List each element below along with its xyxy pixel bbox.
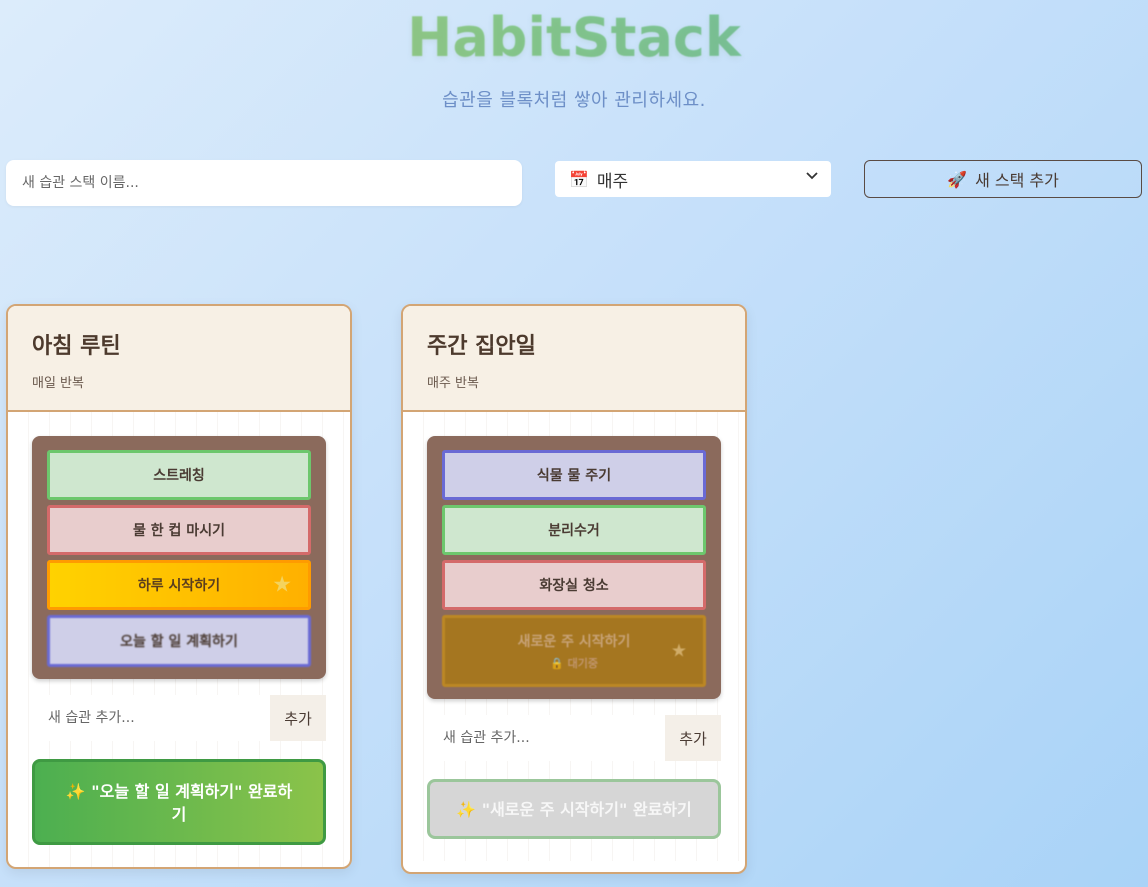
frequency-select[interactable]: 📅 매주 [555, 161, 831, 197]
new-habit-input[interactable] [427, 715, 665, 761]
habit-label: 하루 시작하기 [137, 578, 221, 594]
habit-label: 오늘 할 일 계획하기 [120, 634, 238, 650]
star-icon: ★ [272, 572, 292, 598]
stack-title: 아침 루틴 [32, 334, 121, 359]
app-title: HabitStack [0, 6, 1148, 69]
habit-block[interactable]: 분리수거 [442, 505, 706, 555]
habit-block[interactable]: 식물 물 주기 [442, 450, 706, 500]
rocket-icon: 🚀 [947, 169, 968, 189]
add-habit-row: 추가 [427, 715, 721, 761]
habit-block-pending[interactable]: 새로운 주 시작하기 🔒 대기중 ★ [442, 615, 706, 687]
pending-status: 🔒 대기중 [550, 657, 598, 670]
frequency-selected-value: 매주 [596, 171, 629, 192]
habit-label: 물 한 컵 마시기 [133, 523, 225, 539]
stack-card-header: 주간 집안일 매주 반복 [403, 306, 745, 412]
star-icon: ★ [670, 640, 687, 662]
habit-label: 식물 물 주기 [536, 468, 612, 484]
app-subtitle: 습관을 블록처럼 쌓아 관리하세요. [442, 90, 706, 111]
add-habit-button[interactable]: 추가 [270, 695, 326, 741]
complete-habit-button[interactable]: ✨ "오늘 할 일 계획하기" 완료하기 [32, 759, 326, 845]
habit-label: 분리수거 [548, 523, 600, 539]
habit-label: 스트레칭 [153, 468, 205, 484]
stack-frequency: 매주 반복 [427, 376, 479, 391]
stack-frequency: 매일 반복 [32, 376, 84, 391]
stack-card-morning: 아침 루틴 매일 반복 스트레칭 물 한 컵 마시기 하루 시작하기 ★ 오늘 … [6, 304, 352, 869]
habit-block-current[interactable]: 하루 시작하기 ★ [47, 560, 311, 610]
habit-stack: 식물 물 주기 분리수거 화장실 청소 새로운 주 시작하기 🔒 대기중 ★ [427, 436, 721, 699]
habit-block[interactable]: 화장실 청소 [442, 560, 706, 610]
stack-card-header: 아침 루틴 매일 반복 [8, 306, 350, 412]
add-stack-button[interactable]: 🚀 새 스택 추가 [864, 160, 1142, 198]
stack-card-body: 식물 물 주기 분리수거 화장실 청소 새로운 주 시작하기 🔒 대기중 ★ 추… [403, 412, 745, 861]
habit-label: 화장실 청소 [539, 578, 609, 594]
stack-title: 주간 집안일 [427, 334, 536, 359]
habit-block[interactable]: 스트레칭 [47, 450, 311, 500]
habit-block-next[interactable]: 오늘 할 일 계획하기 [47, 615, 311, 667]
stack-card-body: 스트레칭 물 한 컵 마시기 하루 시작하기 ★ 오늘 할 일 계획하기 추가 … [8, 412, 350, 867]
stack-card-weekly: 주간 집안일 매주 반복 식물 물 주기 분리수거 화장실 청소 새로운 주 시… [401, 304, 747, 874]
new-habit-input[interactable] [32, 695, 270, 741]
calendar-icon: 📅 [569, 169, 589, 189]
habit-stack: 스트레칭 물 한 컵 마시기 하루 시작하기 ★ 오늘 할 일 계획하기 [32, 436, 326, 679]
add-stack-label: 새 스택 추가 [975, 171, 1059, 190]
add-habit-row: 추가 [32, 695, 326, 741]
chevron-down-icon [805, 169, 819, 187]
habit-block[interactable]: 물 한 컵 마시기 [47, 505, 311, 555]
complete-habit-button-disabled[interactable]: ✨ "새로운 주 시작하기" 완료하기 [427, 779, 721, 839]
habit-label: 새로운 주 시작하기 [517, 634, 631, 650]
stack-name-input[interactable] [6, 160, 522, 206]
add-habit-button[interactable]: 추가 [665, 715, 721, 761]
